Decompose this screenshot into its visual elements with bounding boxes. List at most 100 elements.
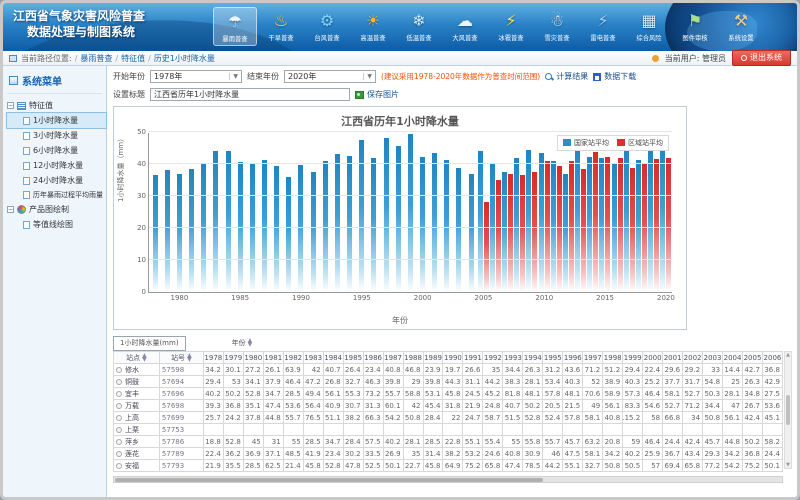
year-column-header[interactable]: 1981 xyxy=(264,352,284,364)
year-column-header[interactable]: 1992 xyxy=(483,352,503,364)
toolbar-item-snow-survey[interactable]: ☃雪灾普查 xyxy=(535,7,579,46)
row-select-icon[interactable] xyxy=(116,379,122,385)
row-select-icon[interactable] xyxy=(116,391,122,397)
year-column-header[interactable]: 1991 xyxy=(463,352,483,364)
row-select-icon[interactable] xyxy=(116,463,122,469)
scroll-up-icon[interactable]: ▲ xyxy=(786,352,790,358)
year-column-header[interactable]: 1996 xyxy=(563,352,583,364)
tree-item-12小时降水量[interactable]: 12小时降水量 xyxy=(7,158,106,173)
logout-button[interactable]: 退出系统 xyxy=(732,50,791,66)
table-row-57753[interactable]: 上栗57753 xyxy=(114,424,783,436)
value-cell: 28.5 xyxy=(284,388,304,400)
year-column-header[interactable]: 1986 xyxy=(364,352,384,364)
sort-arrows-icon[interactable]: ▲▼ xyxy=(187,354,192,362)
column-header-站号[interactable]: 站号▲▼ xyxy=(160,352,204,364)
regional-station-bar-2019 xyxy=(654,159,659,292)
year-column-header[interactable]: 2006 xyxy=(763,352,783,364)
toolbar-item-map-review[interactable]: ⚑图件审核 xyxy=(673,7,717,46)
breadcrumb-item[interactable]: 历史1小时降水量 xyxy=(154,54,215,63)
toolbar-item-typhoon-survey[interactable]: ⚙台风普查 xyxy=(305,7,349,46)
expander-icon[interactable]: − xyxy=(7,206,14,213)
toolbar-item-low-temp-survey[interactable]: ❄低温普查 xyxy=(397,7,441,46)
table-row-57786[interactable]: 萍乡5778618.852.845315528.534.728.457.540.… xyxy=(114,436,783,448)
sort-arrows-icon[interactable]: ▲▼ xyxy=(142,354,147,362)
row-select-icon[interactable] xyxy=(116,439,122,445)
year-column-header[interactable]: 2001 xyxy=(663,352,683,364)
horizontal-scrollbar[interactable] xyxy=(113,476,783,483)
start-year-select[interactable]: 1978年▼ xyxy=(150,70,242,83)
vscroll-thumb[interactable] xyxy=(786,395,790,425)
end-year-select[interactable]: 2020年▼ xyxy=(284,70,376,83)
year-column-header[interactable]: 1980 xyxy=(244,352,264,364)
value-cell xyxy=(424,424,444,436)
year-sort-control[interactable]: 年份 ▲▼ xyxy=(232,338,253,348)
tree-item-3小时降水量[interactable]: 3小时降水量 xyxy=(7,128,106,143)
year-column-header[interactable]: 1993 xyxy=(503,352,523,364)
row-select-icon[interactable] xyxy=(116,427,122,433)
table-row-57699[interactable]: 上高5769925.724.237.8144.855.776.551.138.2… xyxy=(114,412,783,424)
table-row-57696[interactable]: 宜丰5769640.250.252.834.728.549.456.155.37… xyxy=(114,388,783,400)
value-cell: 53 xyxy=(224,376,244,388)
year-column-header[interactable]: 1994 xyxy=(523,352,543,364)
table-row-57793[interactable]: 安福5779321.935.528.562.521.445.852.847.85… xyxy=(114,460,783,472)
year-column-header[interactable]: 1989 xyxy=(424,352,444,364)
vertical-scrollbar[interactable]: ▲▼ xyxy=(784,351,792,469)
year-column-header[interactable]: 1990 xyxy=(443,352,463,364)
year-column-header[interactable]: 2000 xyxy=(643,352,663,364)
year-column-header[interactable]: 1997 xyxy=(583,352,603,364)
row-select-icon[interactable] xyxy=(116,451,122,457)
toolbar-item-gale-survey[interactable]: ☁大风普查 xyxy=(443,7,487,46)
chart-title-input[interactable] xyxy=(150,88,350,101)
tree-item-1小时降水量[interactable]: 1小时降水量 xyxy=(7,113,106,128)
year-column-header[interactable]: 1988 xyxy=(404,352,424,364)
tree-item-等值线绘图[interactable]: 等值线绘图 xyxy=(7,217,106,232)
year-column-header[interactable]: 2002 xyxy=(683,352,703,364)
value-cell: 34.8 xyxy=(743,388,763,400)
tree-item-历年暴雨过程平均雨量[interactable]: 历年暴雨过程平均雨量 xyxy=(7,188,106,202)
download-button[interactable]: 数据下载 xyxy=(593,71,636,82)
toolbar-item-drought-survey[interactable]: ♨干旱普查 xyxy=(259,7,303,46)
year-column-header[interactable]: 2004 xyxy=(723,352,743,364)
column-header-站点[interactable]: 站点▲▼ xyxy=(114,352,160,364)
year-column-header[interactable]: 1995 xyxy=(543,352,563,364)
year-column-header[interactable]: 1982 xyxy=(284,352,304,364)
toolbar-item-system-settings[interactable]: ⚒系统设置 xyxy=(719,7,763,46)
year-column-header[interactable]: 1979 xyxy=(224,352,244,364)
tree-group-特征值[interactable]: −特征值 xyxy=(7,98,106,113)
toolbar-item-lightning-survey[interactable]: ⚡雷电普查 xyxy=(581,7,625,46)
toolbar-item-hail-survey[interactable]: ⚡冰雹普查 xyxy=(489,7,533,46)
year-column-header[interactable]: 1999 xyxy=(623,352,643,364)
hscroll-thumb[interactable] xyxy=(115,478,543,482)
year-column-header[interactable]: 2005 xyxy=(743,352,763,364)
value-cell: 28.1 xyxy=(404,436,424,448)
expander-icon[interactable]: − xyxy=(7,102,14,109)
row-select-icon[interactable] xyxy=(116,415,122,421)
save-image-button[interactable]: 保存图片 xyxy=(355,89,399,100)
breadcrumb-item[interactable]: 暴雨普查 xyxy=(80,54,112,63)
year-column-header[interactable]: 1998 xyxy=(603,352,623,364)
table-row-57598[interactable]: 修水5759834.230.127.226.163.94240.726.423.… xyxy=(114,364,783,376)
toolbar-item-high-temp-survey[interactable]: ☀高温普查 xyxy=(351,7,395,46)
tree-item-24小时降水量[interactable]: 24小时降水量 xyxy=(7,173,106,188)
tree-group-产品图绘制[interactable]: −产品图绘制 xyxy=(7,202,106,217)
year-column-header[interactable]: 1984 xyxy=(324,352,344,364)
year-column-header[interactable]: 1987 xyxy=(384,352,404,364)
table-row-57698[interactable]: 万载5769839.336.835.147.453.656.440.930.73… xyxy=(114,400,783,412)
value-cell: 46.4 xyxy=(643,388,663,400)
value-cell: 22.4 xyxy=(643,364,663,376)
table-row-57789[interactable]: 莲花5778922.436.236.937.148.541.923.430.23… xyxy=(114,448,783,460)
bar-group-2013 xyxy=(574,133,586,292)
scroll-down-icon[interactable]: ▼ xyxy=(786,462,790,468)
year-column-header[interactable]: 1978 xyxy=(204,352,224,364)
row-select-icon[interactable] xyxy=(116,367,122,373)
toolbar-item-comprehensive-risk[interactable]: ▦综合风险 xyxy=(627,7,671,46)
table-row-57694[interactable]: 铜鼓5769429.45334.137.946.447.226.832.746.… xyxy=(114,376,783,388)
year-column-header[interactable]: 1983 xyxy=(304,352,324,364)
year-column-header[interactable]: 2003 xyxy=(703,352,723,364)
calculate-button[interactable]: 计算结果 xyxy=(545,71,588,82)
breadcrumb-item[interactable]: 特征值 xyxy=(121,54,145,63)
tree-item-6小时降水量[interactable]: 6小时降水量 xyxy=(7,143,106,158)
row-select-icon[interactable] xyxy=(116,403,122,409)
toolbar-item-rainstorm-survey[interactable]: ☂暴雨普查 xyxy=(213,7,257,46)
year-column-header[interactable]: 1985 xyxy=(344,352,364,364)
